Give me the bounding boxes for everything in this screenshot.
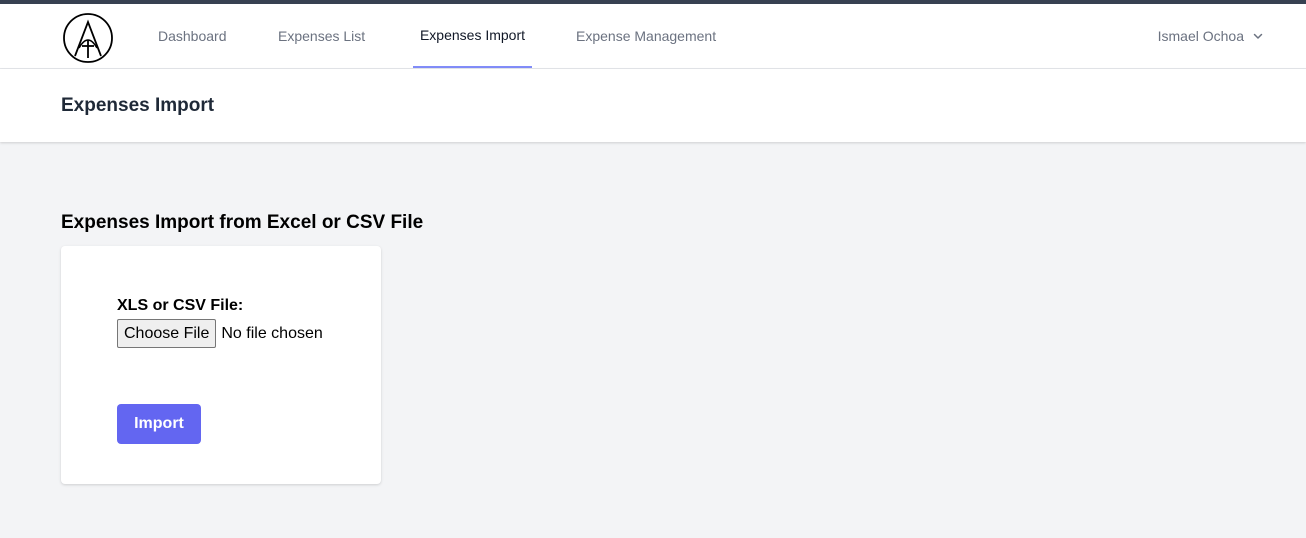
- nav-link-expenses-import[interactable]: Expenses Import: [413, 4, 532, 68]
- file-input[interactable]: Choose File No file chosen: [117, 319, 323, 348]
- nav-link-dashboard[interactable]: Dashboard: [154, 4, 231, 68]
- import-form-card: XLS or CSV File: Choose File No file cho…: [61, 246, 381, 484]
- nav-link-expenses-list[interactable]: Expenses List: [274, 4, 369, 68]
- navbar: Dashboard Expenses List Expenses Import …: [0, 4, 1306, 69]
- nav-link-expense-management[interactable]: Expense Management: [572, 4, 720, 68]
- page-title: Expenses Import: [61, 95, 215, 116]
- file-status-text: No file chosen: [221, 324, 323, 342]
- section-title: Expenses Import from Excel or CSV File: [61, 212, 424, 233]
- user-name: Ismael Ochoa: [1157, 28, 1244, 44]
- choose-file-button[interactable]: Choose File: [117, 319, 217, 348]
- chevron-down-icon: [1253, 33, 1263, 39]
- file-field-label: XLS or CSV File:: [117, 297, 244, 314]
- page-header: Expenses Import: [0, 69, 1306, 142]
- user-menu[interactable]: Ismael Ochoa: [1158, 4, 1264, 68]
- import-button[interactable]: Import: [117, 404, 201, 444]
- app-logo-icon[interactable]: [62, 12, 114, 64]
